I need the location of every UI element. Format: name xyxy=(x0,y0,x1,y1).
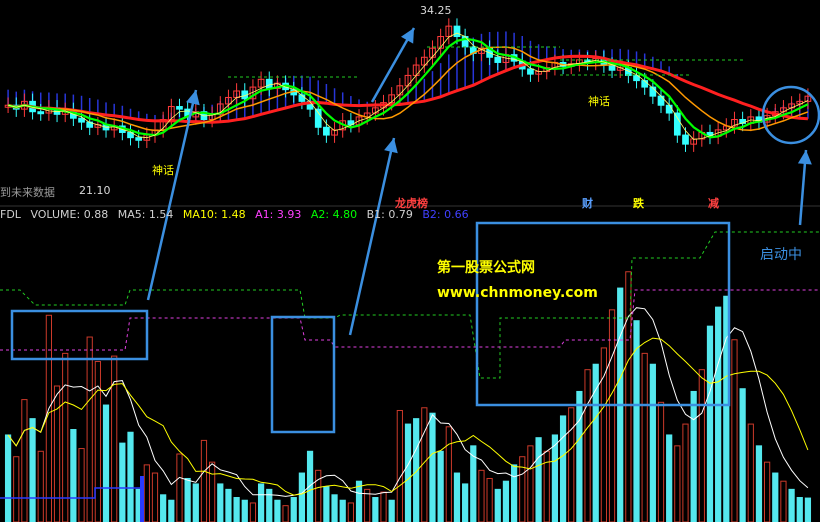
candle-body xyxy=(673,112,681,136)
volume-bar xyxy=(192,483,199,522)
high-price-label: 34.25 xyxy=(420,4,452,17)
candle-body xyxy=(494,56,502,63)
volume-bar xyxy=(804,497,812,522)
volume-bar xyxy=(29,418,36,522)
volume-bar xyxy=(715,306,722,522)
volume-bar xyxy=(323,486,330,522)
volume-bar xyxy=(772,472,779,522)
indicator-b2: B2: 0.66 xyxy=(422,208,469,221)
volume-bar xyxy=(494,488,501,522)
chart-canvas xyxy=(0,0,820,522)
volume-bar xyxy=(339,499,346,522)
indicator-name: FDL xyxy=(0,208,21,221)
volume-bar xyxy=(225,488,232,522)
volume-bar xyxy=(233,497,240,522)
candle-body xyxy=(682,134,689,145)
candle-body xyxy=(314,108,322,128)
candle-body xyxy=(298,94,306,102)
volume-bar xyxy=(796,497,803,522)
candle-body xyxy=(78,117,85,123)
volume-bar xyxy=(168,499,175,522)
volume-bar xyxy=(372,497,379,522)
volume-bar xyxy=(666,434,673,522)
indicator-a2: A2: 4.80 xyxy=(310,208,358,221)
volume-bar xyxy=(274,499,281,522)
volume-bar xyxy=(502,480,510,522)
candle-body xyxy=(665,104,673,114)
volume-bar xyxy=(510,464,518,522)
indicator-b1: B1: 0.79 xyxy=(366,208,413,221)
volume-bar xyxy=(184,477,191,522)
indicator-ma10: MA10: 1.48 xyxy=(182,208,246,221)
volume-bar xyxy=(429,412,436,522)
volume-bar xyxy=(559,415,567,522)
volume-bar xyxy=(241,499,248,522)
volume-bar xyxy=(576,390,583,522)
volume-bar xyxy=(788,488,795,522)
volume-bar xyxy=(160,494,167,522)
volume-bar xyxy=(70,429,77,522)
volume-bar xyxy=(690,390,697,522)
indicator-a1: A1: 3.93 xyxy=(255,208,302,221)
watermark-url: www.chnmoney.com xyxy=(437,285,598,301)
candle-body xyxy=(657,95,665,106)
volume-bar xyxy=(4,434,12,522)
signal-label: 神话 xyxy=(588,95,610,108)
watermark-title: 第一股票公式网 xyxy=(437,260,535,276)
candle-body xyxy=(608,64,616,71)
volume-bar xyxy=(462,483,469,522)
candle-body xyxy=(323,126,330,136)
event-label: 跌 xyxy=(633,197,644,210)
candle-body xyxy=(176,106,183,110)
volume-bar xyxy=(331,494,338,522)
volume-bar xyxy=(437,450,444,522)
candle-body xyxy=(453,25,461,38)
indicator-volume: VOLUME: 0.88 xyxy=(30,208,109,221)
volume-bar xyxy=(649,363,656,522)
volume-bar xyxy=(119,442,126,522)
volume-bar xyxy=(404,423,412,522)
b2-marker xyxy=(140,476,144,522)
volume-bar xyxy=(217,483,224,522)
candle-body xyxy=(641,80,649,88)
candle-body xyxy=(37,111,45,115)
volume-bar xyxy=(127,431,134,522)
volume-bar xyxy=(551,434,559,522)
event-label: 财 xyxy=(582,197,593,210)
volume-bar xyxy=(453,472,461,522)
volume-bar xyxy=(592,363,599,522)
volume-bar xyxy=(266,488,273,522)
volume-bar xyxy=(290,497,297,522)
annotation-starting-label: 启动中 xyxy=(760,247,802,263)
volume-bar xyxy=(257,483,265,522)
volume-bar xyxy=(102,404,110,522)
volume-bar xyxy=(298,472,306,522)
candle-body xyxy=(527,68,534,75)
volume-bar xyxy=(388,499,395,522)
low-price-label: 21.10 xyxy=(79,184,111,197)
future-data-label: 到未来数据 xyxy=(0,186,55,199)
volume-bar xyxy=(739,388,746,522)
indicator-ma5: MA5: 1.54 xyxy=(117,208,174,221)
volume-bar xyxy=(535,437,542,522)
event-label: 减 xyxy=(708,197,719,210)
volume-bar xyxy=(706,325,714,522)
volume-bar xyxy=(306,450,314,522)
signal-label: 神话 xyxy=(152,164,174,177)
indicator-bar: FDL VOLUME: 0.88 MA5: 1.54 MA10: 1.48 A1… xyxy=(0,208,475,222)
candle-body xyxy=(135,137,143,141)
candle-body xyxy=(265,78,273,89)
volume-bar xyxy=(755,445,763,522)
